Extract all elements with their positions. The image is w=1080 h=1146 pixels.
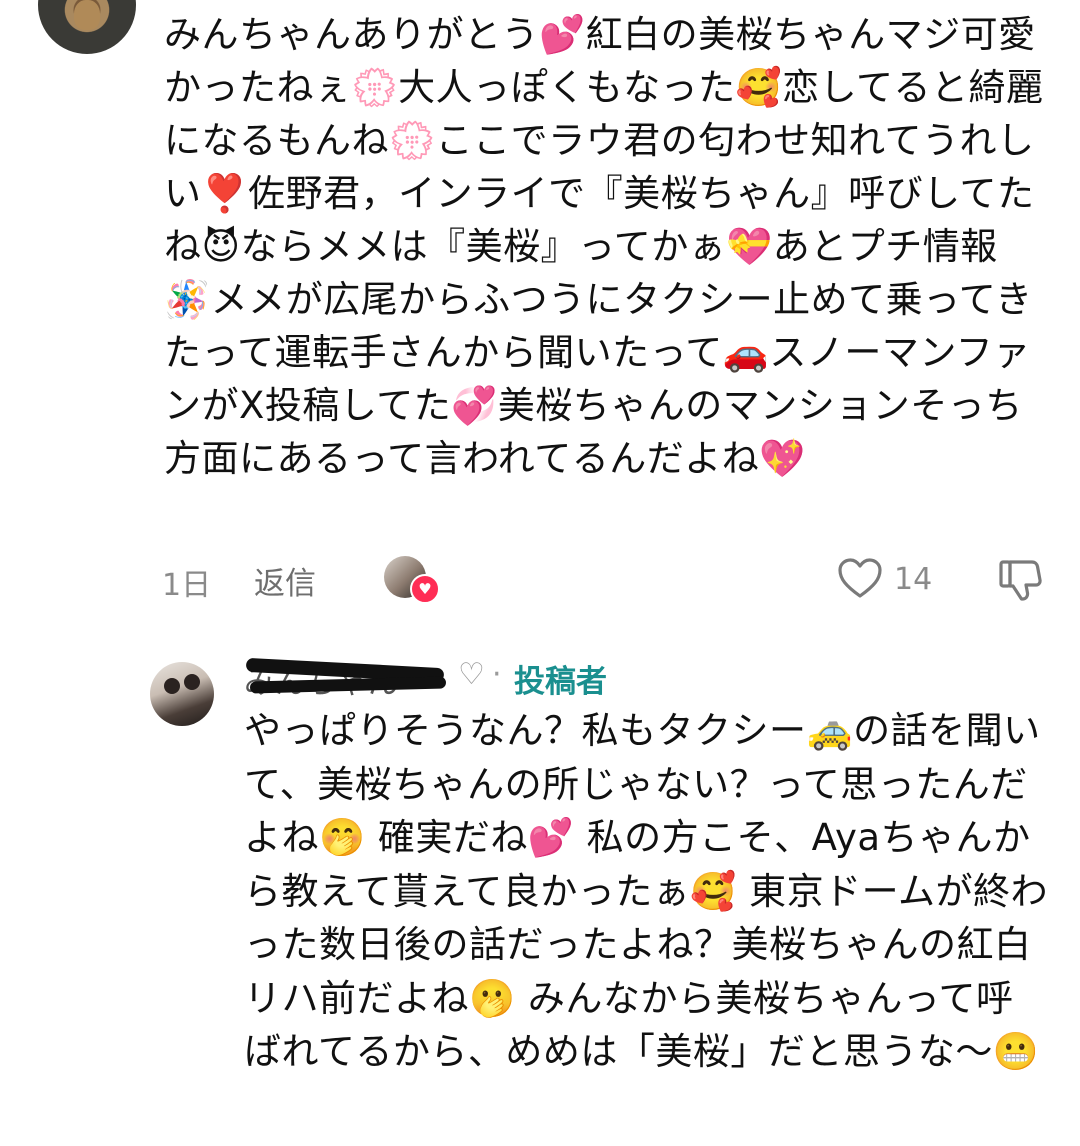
heart-outline-icon	[838, 558, 882, 598]
avatar-image	[74, 0, 100, 30]
dislike-button[interactable]	[996, 556, 1046, 604]
separator-dot: ·	[492, 657, 502, 692]
reply-header: みんちゃん ♡ · 投稿者	[244, 655, 844, 701]
avatar-image	[164, 678, 180, 694]
thumbs-down-icon	[999, 560, 1042, 601]
comment-body: みんちゃんありがとう💕紅白の美桜ちゃんマジ可愛かったねぇ💮大人っぽくもなった🥰恋…	[164, 13, 1044, 480]
like-button[interactable]	[836, 556, 884, 602]
comment-timestamp: 1日	[162, 568, 212, 603]
reply-author-avatar[interactable]	[150, 662, 214, 726]
heart-icon: ♥	[410, 574, 440, 604]
avatar-image	[184, 674, 200, 690]
poster-badge: 投稿者	[514, 664, 607, 700]
like-count: 14	[894, 562, 933, 597]
reply-body: やっぱりそうなん？私もタクシー🚕の話を聞いて、美桜ちゃんの所じゃない？って思った…	[244, 709, 1049, 1073]
commenter-avatar[interactable]	[38, 0, 136, 54]
comment-thread: みんちゃんありがとう💕紅白の美桜ちゃんマジ可愛かったねぇ💮大人っぽくもなった🥰恋…	[0, 0, 1080, 1146]
author-name-suffix: ♡	[458, 657, 485, 692]
reply-button[interactable]: 返信	[254, 558, 316, 603]
comment-actions: 1日 返信 ♥ 14	[162, 556, 1052, 604]
